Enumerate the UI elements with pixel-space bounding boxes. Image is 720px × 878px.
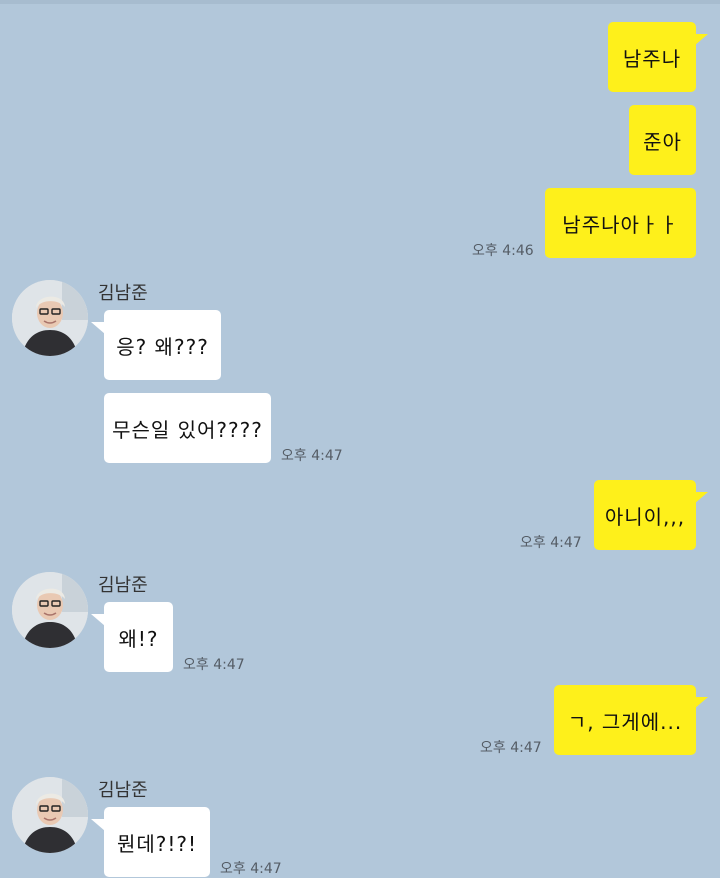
message-text: 아니이,,, [604,504,686,529]
bubble-tail [91,614,105,626]
their-message-bubble[interactable]: 무슨일 있어???? [104,393,271,463]
message-text: 왜!? [118,626,159,651]
profile-photo [12,777,88,853]
message-timestamp: 오후 4:47 [480,740,542,756]
message-timestamp: 오후 4:47 [520,535,582,551]
my-message-bubble[interactable]: 남주나아ㅏㅏ [545,188,696,258]
their-message-bubble[interactable]: 왜!? [104,602,173,672]
message-text: 남주나아ㅏㅏ [562,212,679,237]
message-text: 뭔데?!?! [116,831,198,856]
my-message-bubble[interactable]: 남주나 [608,22,696,92]
message-text: 응? 왜??? [116,334,209,359]
profile-photo [12,572,88,648]
my-message-bubble[interactable]: 아니이,,, [594,480,696,550]
bubble-tail [694,492,708,504]
my-message-bubble[interactable]: ㄱ, 그게에... [554,685,696,755]
message-text: 남주나 [622,46,682,71]
their-message-bubble[interactable]: 응? 왜??? [104,310,221,380]
message-timestamp: 오후 4:47 [220,861,282,877]
their-message-bubble[interactable]: 뭔데?!?! [104,807,210,877]
contact-name: 김남준 [98,283,148,304]
message-timestamp: 오후 4:47 [183,657,245,673]
bubble-tail [91,322,105,334]
message-text: 준아 [643,129,682,154]
contact-name: 김남준 [98,575,148,596]
top-border [0,0,720,4]
bubble-tail [694,34,708,46]
contact-name: 김남준 [98,780,148,801]
profile-photo [12,280,88,356]
bubble-tail [694,697,708,709]
contact-avatar[interactable] [12,280,88,356]
message-timestamp: 오후 4:46 [472,243,534,259]
message-text: ㄱ, 그게에... [567,709,683,734]
my-message-bubble[interactable]: 준아 [629,105,696,175]
contact-avatar[interactable] [12,572,88,648]
contact-avatar[interactable] [12,777,88,853]
message-timestamp: 오후 4:47 [281,448,343,464]
message-text: 무슨일 있어???? [112,417,263,442]
bubble-tail [91,819,105,831]
